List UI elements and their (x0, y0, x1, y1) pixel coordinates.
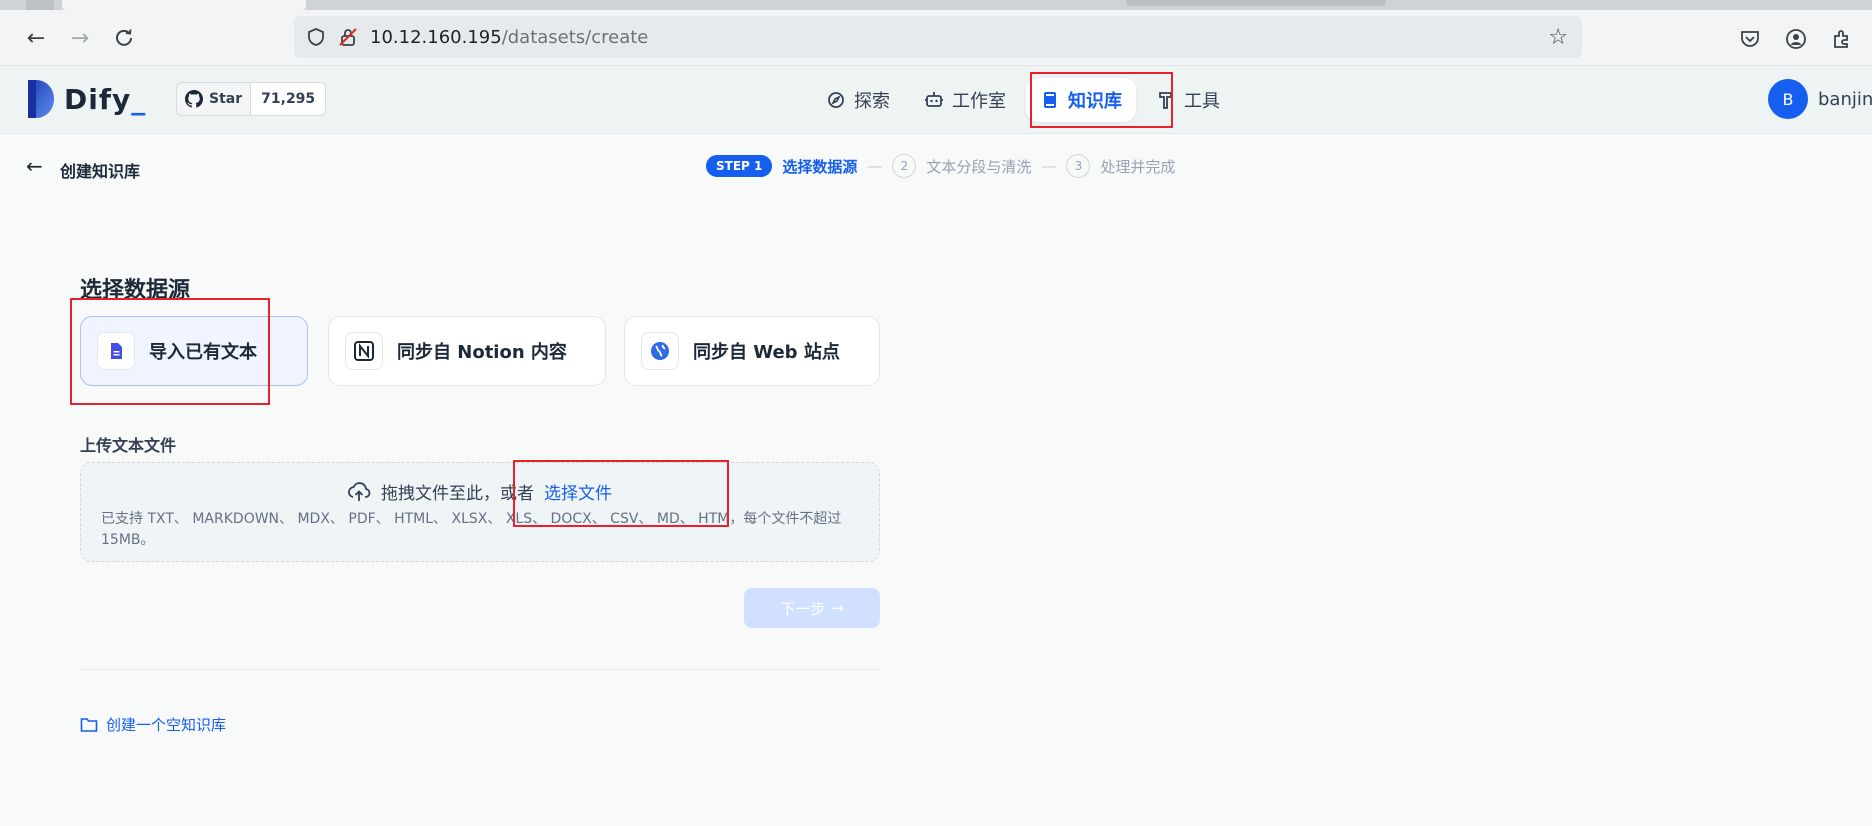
sub-header: ← 创建知识库 STEP 1 选择数据源 — 2 文本分段与清洗 — 3 处理并… (0, 134, 1872, 200)
source-web[interactable]: 同步自 Web 站点 (624, 316, 880, 386)
step-2-number: 2 (892, 154, 917, 178)
url-path: /datasets/create (501, 27, 649, 48)
drop-text: 拖拽文件至此，或者 (381, 484, 534, 504)
tab-strip-button[interactable] (26, 0, 54, 10)
address-bar[interactable]: 10.12.160.195/datasets/create ☆ (294, 16, 1582, 58)
supported-formats-hint: 已支持 TXT、 MARKDOWN、 MDX、 PDF、 HTML、 XLSX、… (101, 511, 842, 548)
create-empty-knowledge-label: 创建一个空知识库 (106, 716, 227, 734)
file-dropzone[interactable]: 拖拽文件至此，或者 选择文件 已支持 TXT、 MARKDOWN、 MDX、 P… (80, 462, 880, 562)
github-icon (185, 90, 203, 108)
step-3-label: 处理并完成 (1100, 157, 1176, 176)
dify-logo[interactable]: Dify_ (28, 80, 146, 118)
folder-icon (80, 717, 98, 732)
annotation-box-select-file (513, 460, 729, 527)
insecure-lock-icon[interactable] (338, 27, 358, 47)
step-3-number: 3 (1066, 154, 1091, 178)
github-star-button[interactable]: Star 71,295 (176, 82, 327, 116)
url-host: 10.12.160.195 (370, 27, 502, 48)
username: banjin (1818, 88, 1872, 110)
github-star-label-wrap: Star (177, 83, 250, 115)
source-notion[interactable]: 同步自 Notion 内容 (328, 316, 606, 386)
bookmark-star-icon[interactable]: ☆ (1548, 25, 1568, 50)
shield-icon[interactable] (306, 27, 326, 47)
github-star-label: Star (209, 91, 243, 107)
nav-explore[interactable]: 探索 (812, 78, 904, 122)
annotation-box-source (70, 298, 270, 405)
notion-icon (345, 332, 383, 370)
source-notion-label: 同步自 Notion 内容 (397, 342, 567, 363)
github-star-count: 71,295 (250, 83, 326, 115)
back-arrow-icon[interactable]: ← (26, 154, 43, 178)
nav-studio-label: 工作室 (952, 91, 1006, 112)
cloud-upload-icon (348, 481, 371, 501)
arrow-right-icon: → (831, 599, 844, 617)
browser-tab-active[interactable] (62, 0, 306, 10)
step-divider: — (1041, 157, 1057, 175)
step-1-label: 选择数据源 (782, 157, 858, 176)
next-step-label: 下一步 (780, 599, 826, 618)
browser-tab-strip (0, 0, 1872, 10)
logo-text-dify: Dify (64, 82, 132, 116)
pocket-icon[interactable] (1738, 27, 1762, 51)
account-icon[interactable] (1784, 27, 1808, 51)
browser-tab[interactable] (1126, 0, 1386, 6)
url-text: 10.12.160.195/datasets/create (370, 27, 648, 48)
user-menu[interactable]: B banjin (1768, 79, 1872, 119)
app-header: Dify_ Star 71,295 探索 工作室 知识库 工具 B banjin (0, 66, 1872, 134)
forward-icon[interactable]: → (66, 24, 94, 52)
next-step-button[interactable]: 下一步 → (744, 588, 880, 628)
avatar[interactable]: B (1768, 79, 1808, 119)
upload-label: 上传文本文件 (80, 436, 177, 455)
web-globe-icon (641, 332, 679, 370)
logo-text: Dify_ (64, 82, 147, 116)
step-1-badge: STEP 1 (706, 155, 773, 177)
stepper: STEP 1 选择数据源 — 2 文本分段与清洗 — 3 处理并完成 (706, 154, 1175, 178)
nav-tools-label: 工具 (1184, 91, 1220, 112)
explore-icon (828, 92, 844, 108)
browser-toolbar: ← → 10.12.160.195/datasets/create ☆ (0, 10, 1872, 66)
reload-icon[interactable] (110, 24, 138, 52)
divider (80, 669, 880, 670)
dify-logo-icon (28, 80, 54, 118)
step-2-label: 文本分段与清洗 (926, 157, 1032, 176)
create-empty-knowledge-link[interactable]: 创建一个空知识库 (80, 714, 226, 735)
page-title: 创建知识库 (60, 162, 141, 181)
step-divider: — (867, 157, 883, 175)
extensions-icon[interactable] (1830, 27, 1854, 51)
nav-studio[interactable]: 工作室 (910, 78, 1020, 122)
nav-explore-label: 探索 (854, 91, 890, 112)
source-web-label: 同步自 Web 站点 (693, 342, 840, 363)
robot-icon (925, 92, 943, 107)
annotation-box-nav (1030, 72, 1173, 128)
back-icon[interactable]: ← (22, 24, 50, 52)
